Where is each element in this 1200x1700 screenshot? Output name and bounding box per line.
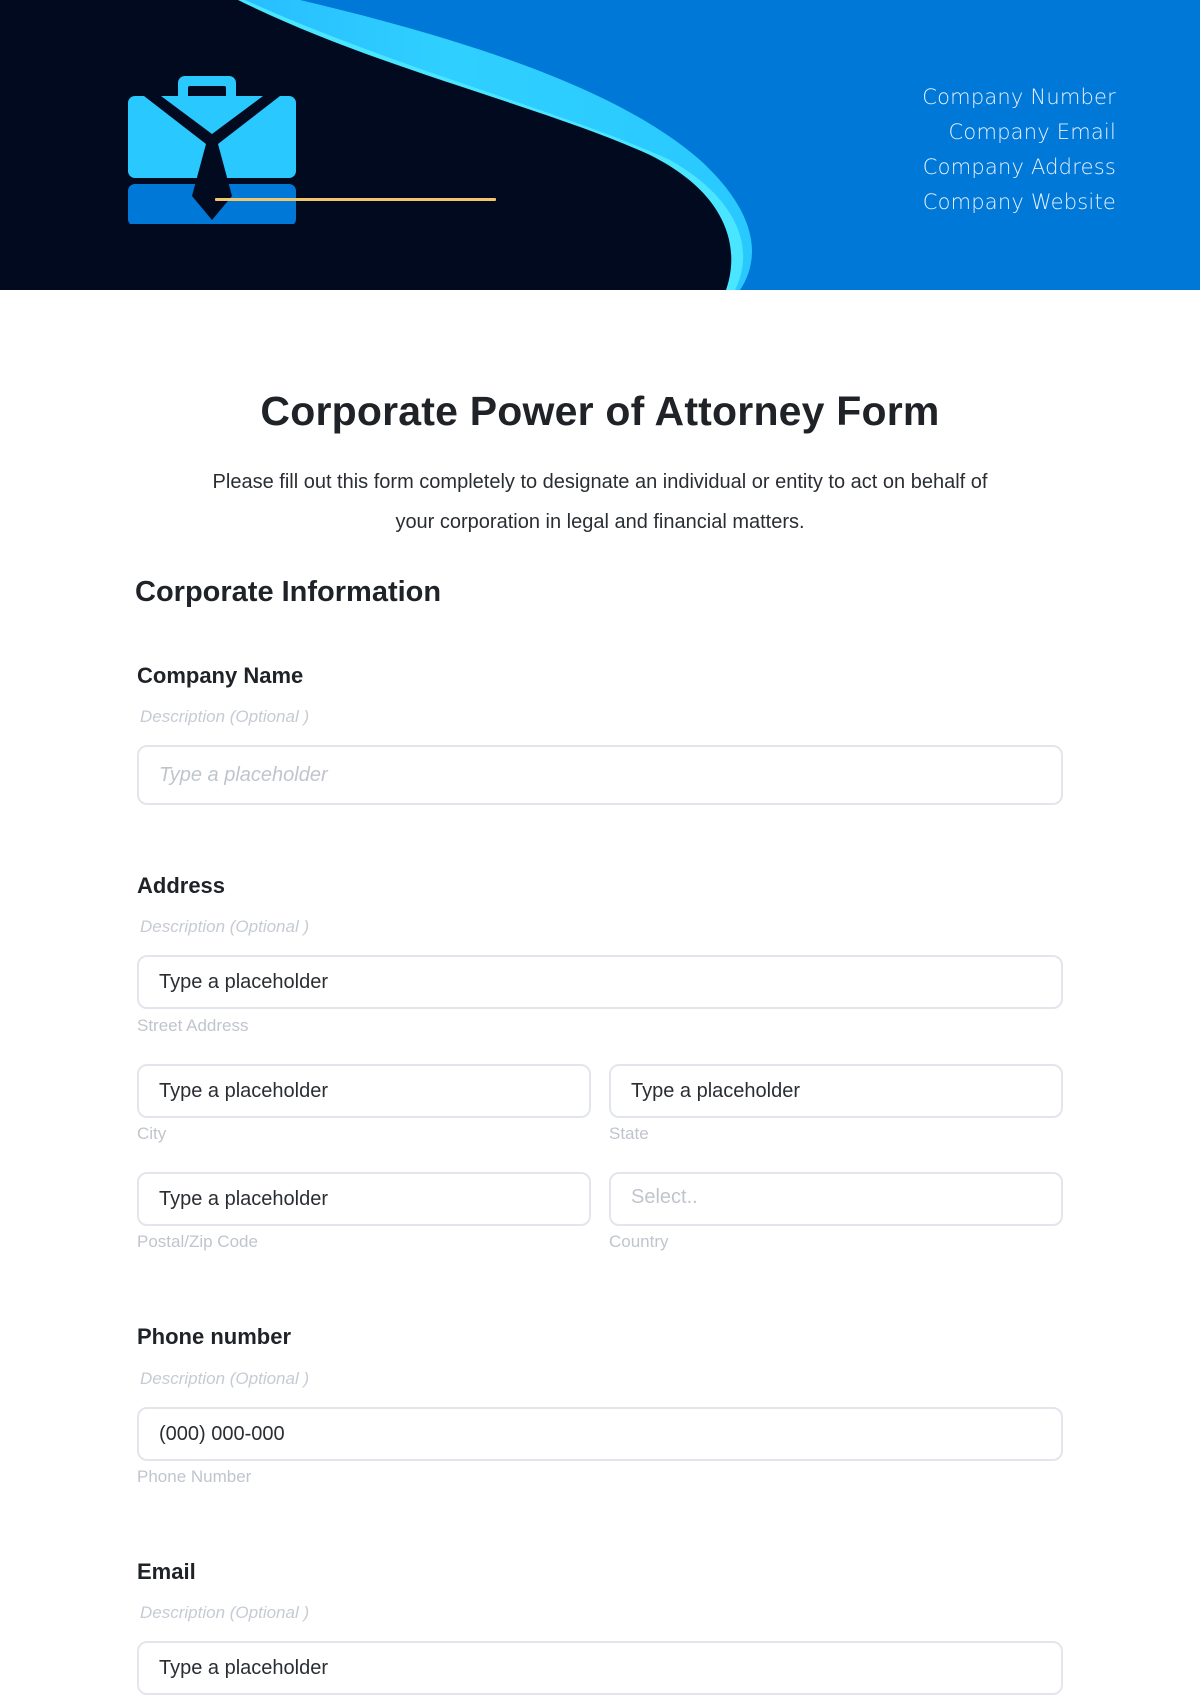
email-input[interactable]: Type a placeholder: [137, 1641, 1063, 1695]
section-title-corporate-information: Corporate Information: [135, 576, 442, 608]
header-banner: Company Number Company Email Company Add…: [0, 0, 1200, 290]
postal-code-input[interactable]: Type a placeholder: [137, 1172, 591, 1226]
email-label: Email: [137, 1559, 196, 1584]
phone-value: (000) 000-000: [159, 1422, 285, 1445]
street-address-value: Type a placeholder: [159, 970, 329, 993]
company-website: Company Website: [922, 190, 1116, 214]
city-input[interactable]: Type a placeholder: [137, 1064, 591, 1118]
gold-accent-line: [215, 198, 496, 201]
postal-code-sublabel: Postal/Zip Code: [137, 1232, 258, 1251]
street-address-input[interactable]: Type a placeholder: [137, 955, 1063, 1009]
company-name-label: Company Name: [137, 663, 304, 688]
form-intro: Please fill out this form completely to …: [120, 462, 1080, 542]
email-value: Type a placeholder: [159, 1656, 329, 1679]
form-intro-line: Please fill out this form completely to …: [212, 471, 988, 493]
phone-input[interactable]: (000) 000-000: [137, 1407, 1063, 1461]
email-description: Description (Optional ): [140, 1603, 310, 1622]
state-input[interactable]: Type a placeholder: [609, 1064, 1063, 1118]
country-select-placeholder: Select..: [631, 1186, 698, 1208]
country-sublabel: Country: [609, 1232, 669, 1251]
postal-code-value: Type a placeholder: [159, 1187, 329, 1210]
company-name-description: Description (Optional ): [140, 707, 310, 726]
phone-sublabel: Phone Number: [137, 1467, 252, 1486]
company-contact-info: Company Number Company Email Company Add…: [922, 80, 1116, 220]
company-address: Company Address: [922, 155, 1116, 179]
form-title: Corporate Power of Attorney Form: [260, 388, 940, 434]
company-email: Company Email: [948, 120, 1116, 144]
briefcase-tie-icon: [128, 76, 296, 224]
company-name-placeholder: Type a placeholder: [159, 763, 328, 786]
state-value: Type a placeholder: [631, 1079, 801, 1102]
form-intro-line: your corporation in legal and financial …: [395, 511, 805, 533]
address-description: Description (Optional ): [140, 917, 310, 936]
city-value: Type a placeholder: [159, 1079, 329, 1102]
address-label: Address: [137, 873, 226, 898]
country-select[interactable]: Select..: [609, 1172, 1063, 1226]
company-number: Company Number: [922, 85, 1116, 109]
phone-description: Description (Optional ): [140, 1369, 310, 1388]
phone-label: Phone number: [137, 1324, 292, 1349]
state-sublabel: State: [609, 1124, 649, 1143]
street-address-sublabel: Street Address: [137, 1016, 249, 1035]
company-name-input[interactable]: Type a placeholder: [137, 745, 1063, 805]
city-sublabel: City: [137, 1124, 167, 1143]
